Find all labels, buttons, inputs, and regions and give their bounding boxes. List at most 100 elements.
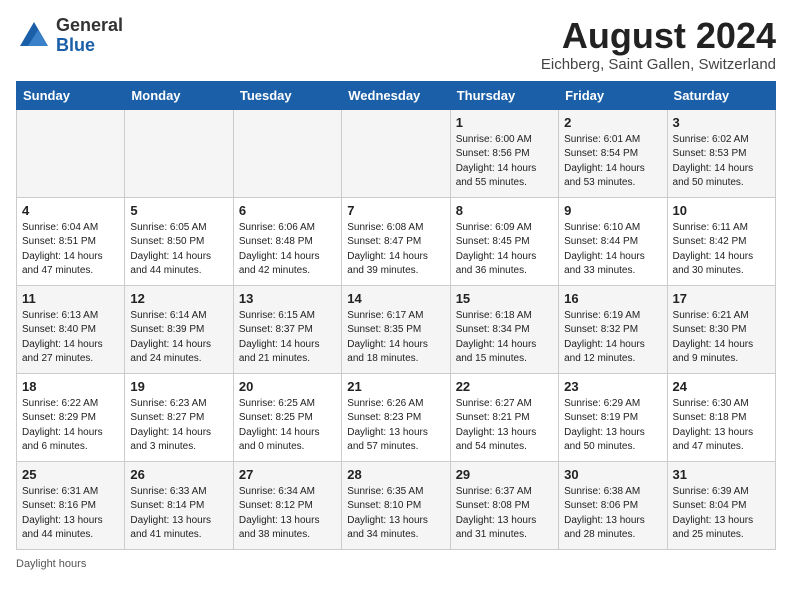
day-number: 13 [239, 291, 336, 306]
calendar-cell [125, 109, 233, 197]
day-number: 24 [673, 379, 770, 394]
col-header-saturday: Saturday [667, 81, 775, 109]
calendar-cell: 30 Sunrise: 6:38 AM Sunset: 8:06 PM Dayli… [559, 461, 667, 549]
day-info: Sunrise: 6:10 AM Sunset: 8:44 PM Dayligh… [564, 221, 661, 279]
location-subtitle: Eichberg, Saint Gallen, Switzerland [541, 56, 776, 73]
calendar-cell: 23 Sunrise: 6:29 AM Sunset: 8:19 PM Dayli… [559, 373, 667, 461]
calendar-cell: 17 Sunrise: 6:21 AM Sunset: 8:30 PM Dayli… [667, 285, 775, 373]
day-number: 25 [22, 467, 119, 482]
day-number: 7 [347, 203, 444, 218]
calendar-cell: 12Sunrise: 6:14 AM Sunset: 8:39 PM Dayli… [125, 285, 233, 373]
day-info: Sunrise: 6:13 AM Sunset: 8:40 PM Dayligh… [22, 309, 119, 367]
calendar-cell: 14 Sunrise: 6:17 AM Sunset: 8:35 PM Dayli… [342, 285, 450, 373]
calendar-cell: 4Sunrise: 6:04 AM Sunset: 8:51 PM Daylig… [17, 197, 125, 285]
calendar-cell: 1Sunrise: 6:00 AM Sunset: 8:56 PM Daylig… [450, 109, 558, 197]
logo-general: General [56, 15, 123, 35]
day-info: Sunrise: 6:21 AM Sunset: 8:30 PM Dayligh… [673, 309, 770, 367]
day-number: 18 [22, 379, 119, 394]
day-info: Sunrise: 6:00 AM Sunset: 8:56 PM Dayligh… [456, 133, 553, 191]
calendar-cell: 27 Sunrise: 6:34 AM Sunset: 8:12 PM Dayli… [233, 461, 341, 549]
calendar-week-row: 18 Sunrise: 6:22 AM Sunset: 8:29 PM Dayli… [17, 373, 776, 461]
day-number: 17 [673, 291, 770, 306]
calendar-cell: 22 Sunrise: 6:27 AM Sunset: 8:21 PM Dayli… [450, 373, 558, 461]
day-number: 26 [130, 467, 227, 482]
calendar-cell: 2Sunrise: 6:01 AM Sunset: 8:54 PM Daylig… [559, 109, 667, 197]
day-number: 9 [564, 203, 661, 218]
day-info: Sunrise: 6:37 AM Sunset: 8:08 PM Dayligh… [456, 485, 553, 543]
calendar-cell: 16Sunrise: 6:19 AM Sunset: 8:32 PM Dayli… [559, 285, 667, 373]
calendar-week-row: 11 Sunrise: 6:13 AM Sunset: 8:40 PM Dayli… [17, 285, 776, 373]
day-info: Sunrise: 6:11 AM Sunset: 8:42 PM Dayligh… [673, 221, 770, 279]
calendar-cell: 21Sunrise: 6:26 AM Sunset: 8:23 PM Dayli… [342, 373, 450, 461]
day-number: 5 [130, 203, 227, 218]
day-info: Sunrise: 6:27 AM Sunset: 8:21 PM Dayligh… [456, 397, 553, 455]
day-number: 2 [564, 115, 661, 130]
calendar-cell: 19 Sunrise: 6:23 AM Sunset: 8:27 PM Dayli… [125, 373, 233, 461]
day-number: 3 [673, 115, 770, 130]
calendar-cell: 6 Sunrise: 6:06 AM Sunset: 8:48 PM Daylig… [233, 197, 341, 285]
day-info: Sunrise: 6:38 AM Sunset: 8:06 PM Dayligh… [564, 485, 661, 543]
day-info: Sunrise: 6:05 AM Sunset: 8:50 PM Dayligh… [130, 221, 227, 279]
day-info: Sunrise: 6:22 AM Sunset: 8:29 PM Dayligh… [22, 397, 119, 455]
col-header-thursday: Thursday [450, 81, 558, 109]
day-number: 14 [347, 291, 444, 306]
day-info: Sunrise: 6:34 AM Sunset: 8:12 PM Dayligh… [239, 485, 336, 543]
day-info: Sunrise: 6:17 AM Sunset: 8:35 PM Dayligh… [347, 309, 444, 367]
day-info: Sunrise: 6:15 AM Sunset: 8:37 PM Dayligh… [239, 309, 336, 367]
day-number: 11 [22, 291, 119, 306]
calendar-cell: 9 Sunrise: 6:10 AM Sunset: 8:44 PM Daylig… [559, 197, 667, 285]
col-header-tuesday: Tuesday [233, 81, 341, 109]
calendar-cell: 7 Sunrise: 6:08 AM Sunset: 8:47 PM Daylig… [342, 197, 450, 285]
day-info: Sunrise: 6:26 AM Sunset: 8:23 PM Dayligh… [347, 397, 444, 455]
calendar-cell: 26 Sunrise: 6:33 AM Sunset: 8:14 PM Dayli… [125, 461, 233, 549]
day-info: Sunrise: 6:04 AM Sunset: 8:51 PM Dayligh… [22, 221, 119, 279]
day-number: 19 [130, 379, 227, 394]
page-header: General Blue August 2024 Eichberg, Saint… [16, 16, 776, 73]
title-block: August 2024 Eichberg, Saint Gallen, Swit… [541, 16, 776, 73]
day-number: 20 [239, 379, 336, 394]
calendar-cell: 11 Sunrise: 6:13 AM Sunset: 8:40 PM Dayli… [17, 285, 125, 373]
logo: General Blue [16, 16, 123, 56]
calendar-cell: 5 Sunrise: 6:05 AM Sunset: 8:50 PM Daylig… [125, 197, 233, 285]
day-number: 8 [456, 203, 553, 218]
day-number: 22 [456, 379, 553, 394]
col-header-friday: Friday [559, 81, 667, 109]
day-number: 23 [564, 379, 661, 394]
calendar-cell: 18 Sunrise: 6:22 AM Sunset: 8:29 PM Dayli… [17, 373, 125, 461]
day-info: Sunrise: 6:09 AM Sunset: 8:45 PM Dayligh… [456, 221, 553, 279]
calendar-cell: 15Sunrise: 6:18 AM Sunset: 8:34 PM Dayli… [450, 285, 558, 373]
day-number: 6 [239, 203, 336, 218]
day-info: Sunrise: 6:35 AM Sunset: 8:10 PM Dayligh… [347, 485, 444, 543]
col-header-monday: Monday [125, 81, 233, 109]
day-info: Sunrise: 6:08 AM Sunset: 8:47 PM Dayligh… [347, 221, 444, 279]
calendar-table: SundayMondayTuesdayWednesdayThursdayFrid… [16, 81, 776, 550]
day-info: Sunrise: 6:23 AM Sunset: 8:27 PM Dayligh… [130, 397, 227, 455]
day-number: 10 [673, 203, 770, 218]
day-info: Sunrise: 6:06 AM Sunset: 8:48 PM Dayligh… [239, 221, 336, 279]
calendar-week-row: 1Sunrise: 6:00 AM Sunset: 8:56 PM Daylig… [17, 109, 776, 197]
calendar-cell [233, 109, 341, 197]
calendar-cell: 3Sunrise: 6:02 AM Sunset: 8:53 PM Daylig… [667, 109, 775, 197]
day-info: Sunrise: 6:25 AM Sunset: 8:25 PM Dayligh… [239, 397, 336, 455]
calendar-cell: 31Sunrise: 6:39 AM Sunset: 8:04 PM Dayli… [667, 461, 775, 549]
calendar-cell [342, 109, 450, 197]
calendar-header-row: SundayMondayTuesdayWednesdayThursdayFrid… [17, 81, 776, 109]
calendar-cell: 29 Sunrise: 6:37 AM Sunset: 8:08 PM Dayli… [450, 461, 558, 549]
day-info: Sunrise: 6:31 AM Sunset: 8:16 PM Dayligh… [22, 485, 119, 543]
day-info: Sunrise: 6:33 AM Sunset: 8:14 PM Dayligh… [130, 485, 227, 543]
day-number: 29 [456, 467, 553, 482]
calendar-cell: 25 Sunrise: 6:31 AM Sunset: 8:16 PM Dayli… [17, 461, 125, 549]
day-info: Sunrise: 6:29 AM Sunset: 8:19 PM Dayligh… [564, 397, 661, 455]
month-year-title: August 2024 [541, 16, 776, 56]
day-number: 31 [673, 467, 770, 482]
day-number: 27 [239, 467, 336, 482]
day-number: 16 [564, 291, 661, 306]
logo-text: General Blue [56, 16, 123, 56]
day-number: 30 [564, 467, 661, 482]
footer-text: Daylight hours [16, 558, 86, 570]
calendar-cell: 13 Sunrise: 6:15 AM Sunset: 8:37 PM Dayli… [233, 285, 341, 373]
calendar-cell: 10 Sunrise: 6:11 AM Sunset: 8:42 PM Dayli… [667, 197, 775, 285]
footer: Daylight hours [16, 558, 776, 570]
calendar-cell [17, 109, 125, 197]
day-number: 28 [347, 467, 444, 482]
